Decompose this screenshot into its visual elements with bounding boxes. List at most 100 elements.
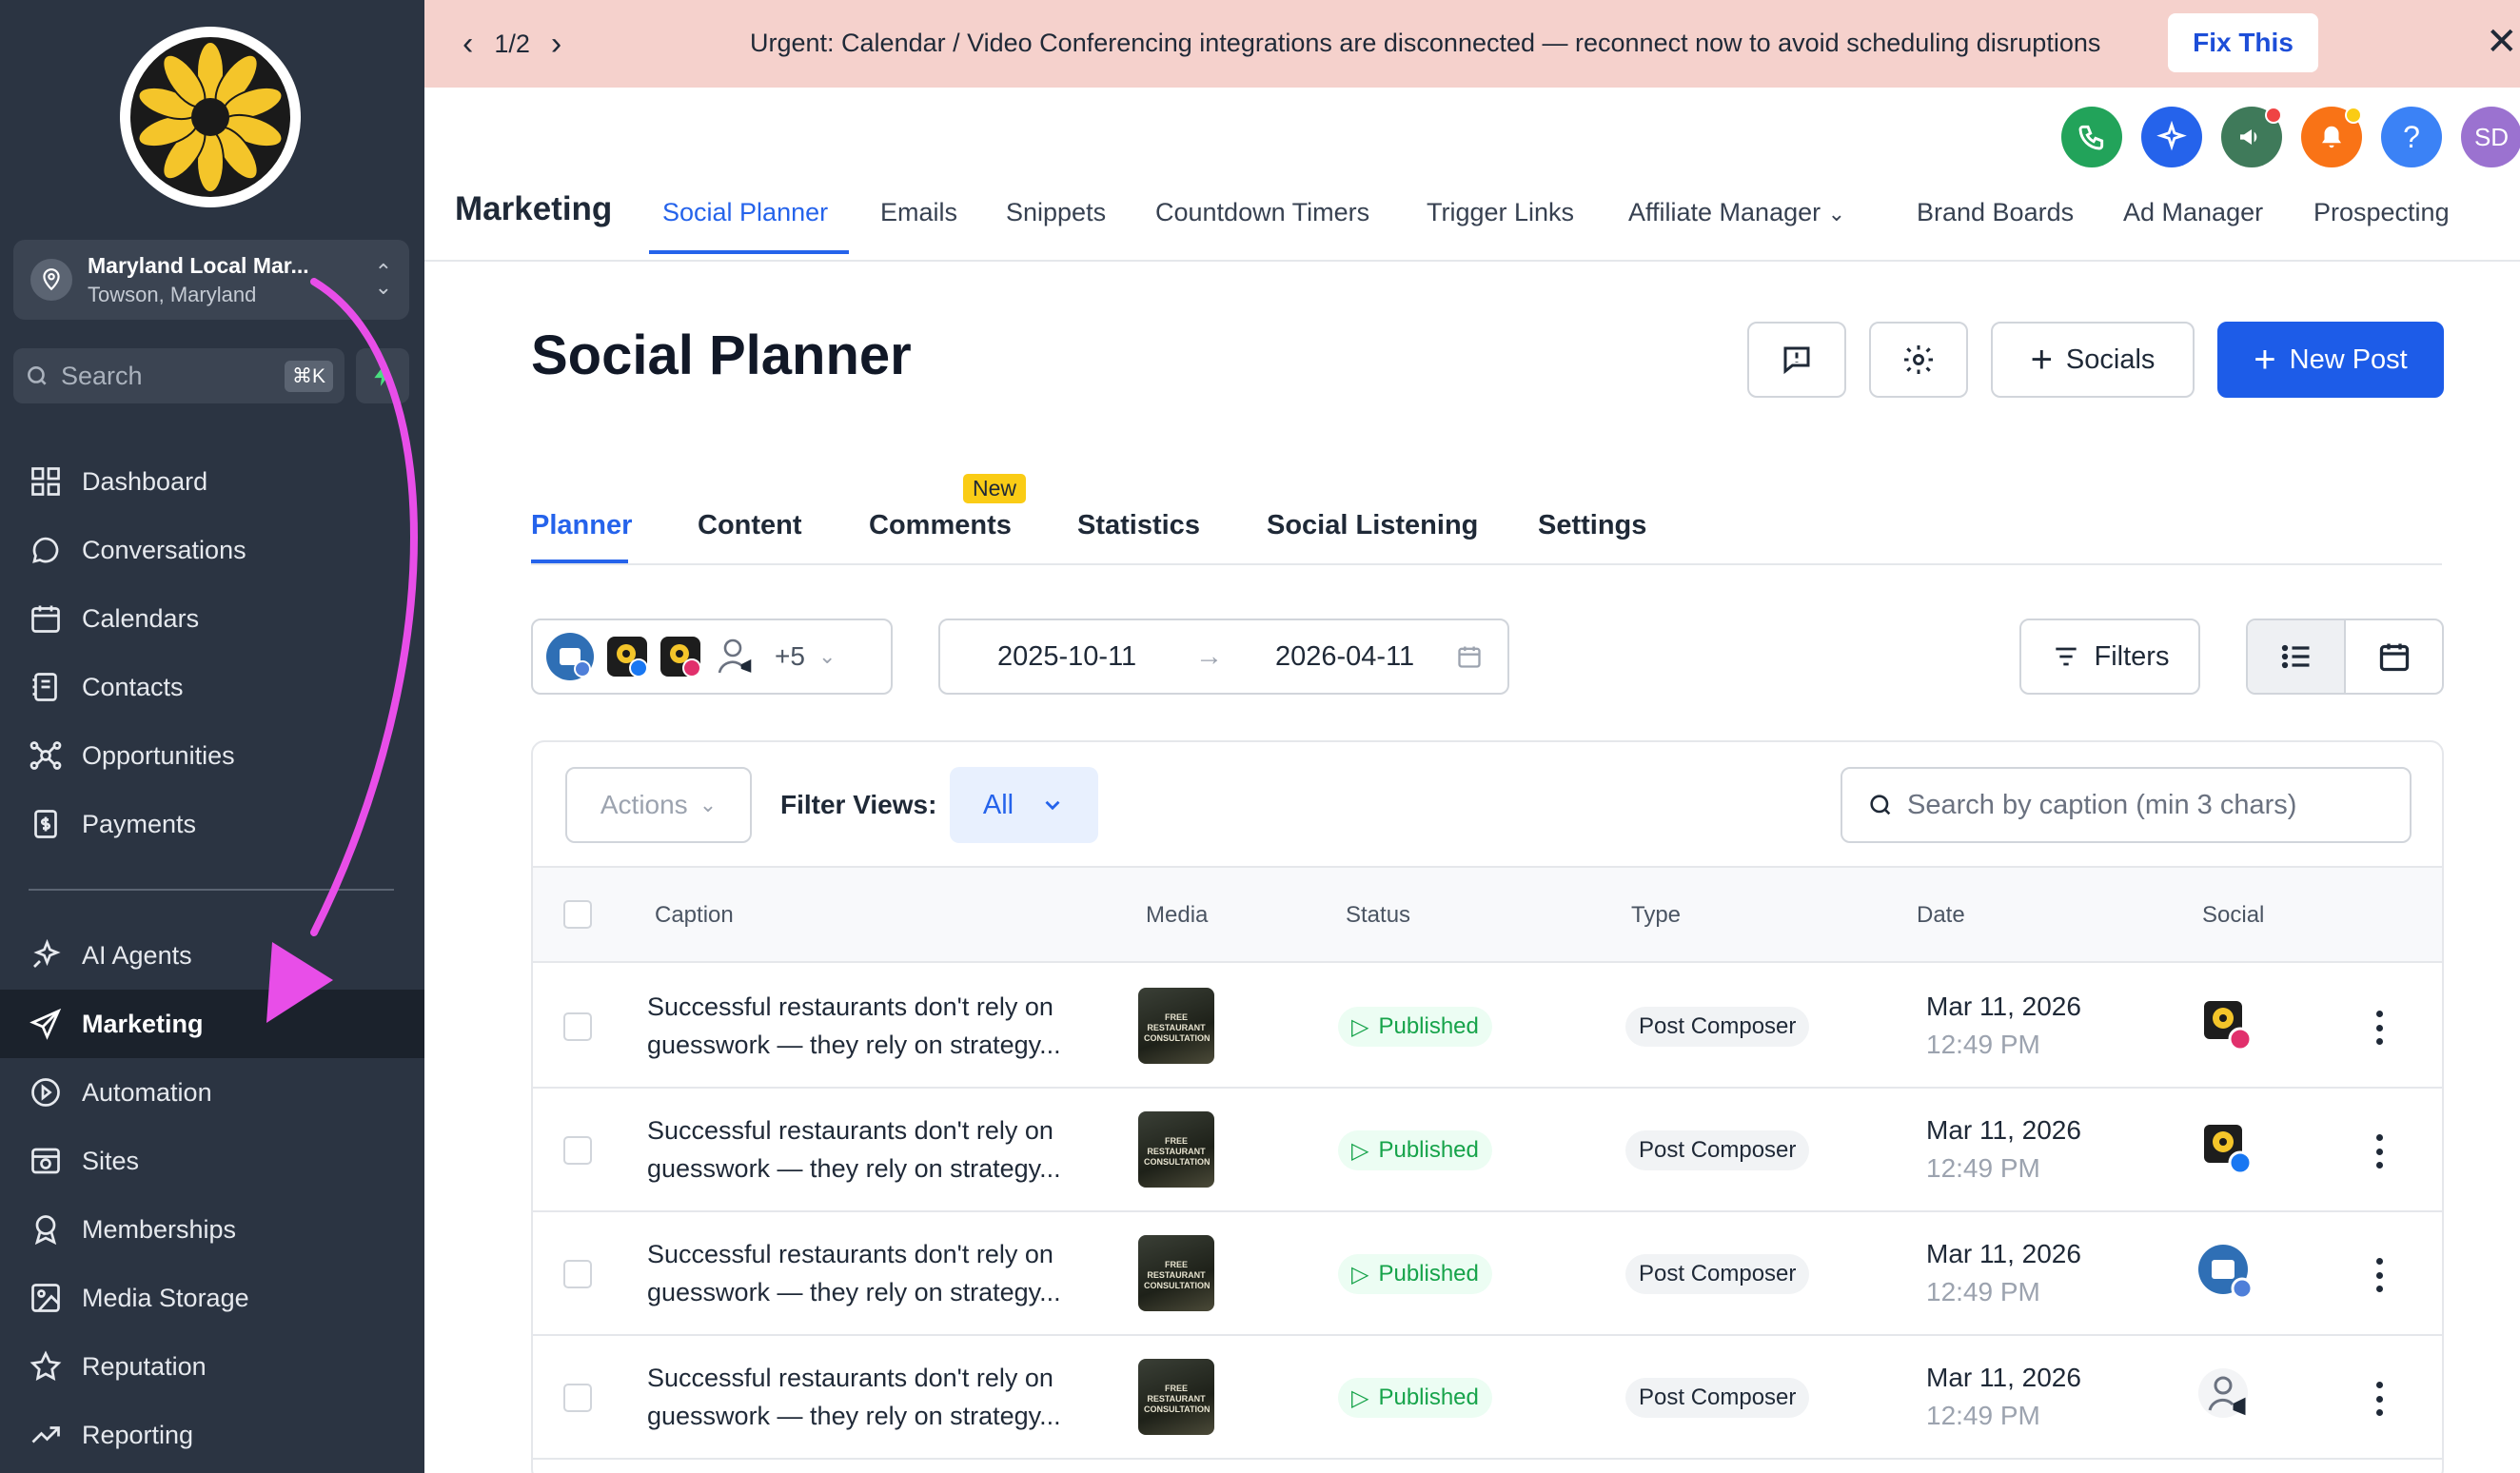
sidebar-item-label: Opportunities xyxy=(82,740,235,770)
settings-button[interactable] xyxy=(1869,322,1968,398)
phone-icon[interactable] xyxy=(2061,107,2122,167)
tab-label: Social Planner xyxy=(662,198,829,226)
tab-label: Emails xyxy=(880,198,958,226)
subtab-comments[interactable]: Comments xyxy=(869,510,1012,541)
row-menu-icon[interactable] xyxy=(2375,1258,2383,1292)
chevron-updown-icon: ⌃ ⌄ xyxy=(374,260,392,299)
caption-search-input[interactable]: Search by caption (min 3 chars) xyxy=(1841,767,2412,843)
row-menu-icon[interactable] xyxy=(2375,1382,2383,1416)
sidebar-item-reputation[interactable]: Reputation xyxy=(0,1332,424,1401)
row-checkbox[interactable] xyxy=(563,1384,592,1412)
tab-trigger-links[interactable]: Trigger Links xyxy=(1427,198,1574,227)
tab-ad-manager[interactable]: Ad Manager xyxy=(2123,198,2263,227)
gear-icon xyxy=(1904,345,1933,374)
row-checkbox[interactable] xyxy=(563,1260,592,1288)
community-icon xyxy=(2196,1366,2257,1427)
media-thumbnail[interactable]: FREE RESTAURANT CONSULTATION xyxy=(1138,1359,1214,1435)
row-checkbox[interactable] xyxy=(563,1012,592,1041)
sidebar-item-marketing[interactable]: Marketing xyxy=(0,990,424,1058)
chevron-left-icon[interactable]: ‹ xyxy=(463,26,473,63)
sidebar-item-payments[interactable]: Payments xyxy=(0,790,424,858)
date-cell: Mar 11, 2026 12:49 PM xyxy=(1926,1235,2081,1311)
subtab-settings[interactable]: Settings xyxy=(1538,510,1646,541)
status-label: Published xyxy=(1378,1261,1479,1286)
row-menu-icon[interactable] xyxy=(2375,1011,2383,1045)
sidebar-item-sites[interactable]: Sites xyxy=(0,1127,424,1195)
sidebar-item-ai-agents[interactable]: AI Agents xyxy=(0,921,424,990)
bell-icon[interactable] xyxy=(2301,107,2362,167)
ai-sparkle-icon[interactable] xyxy=(2141,107,2202,167)
help-icon[interactable]: ? xyxy=(2381,107,2442,167)
contacts-icon xyxy=(32,673,57,701)
page-title: Social Planner xyxy=(531,324,912,386)
account-switcher[interactable]: Maryland Local Mar... Towson, Maryland ⌃… xyxy=(13,240,409,320)
alert-banner: ‹ 1/2 › Urgent: Calendar / Video Confere… xyxy=(424,0,2520,88)
sidebar-item-media-storage[interactable]: Media Storage xyxy=(0,1264,424,1332)
sidebar-item-dashboard[interactable]: Dashboard xyxy=(0,447,424,516)
post-date: Mar 11, 2026 xyxy=(1926,1363,2081,1392)
filter-views-label: Filter Views: xyxy=(780,790,937,819)
fix-this-button[interactable]: Fix This xyxy=(2168,13,2318,72)
account-selector[interactable]: +5 ⌄ xyxy=(531,619,893,695)
filter-views-select[interactable]: All xyxy=(950,767,1098,843)
sidebar-item-reporting[interactable]: Reporting xyxy=(0,1401,424,1469)
column-header-status: Status xyxy=(1346,902,1411,928)
tab-countdown-timers[interactable]: Countdown Timers xyxy=(1155,198,1369,227)
table-row[interactable]: Successful restaurants don't rely on gues… xyxy=(533,1089,2442,1212)
subtab-planner[interactable]: Planner xyxy=(531,510,632,541)
user-avatar[interactable]: SD xyxy=(2461,107,2520,167)
sidebar-item-memberships[interactable]: Memberships xyxy=(0,1195,424,1264)
chevron-right-icon[interactable]: › xyxy=(551,26,561,63)
sidebar-item-contacts[interactable]: Contacts xyxy=(0,653,424,721)
facebook-page-avatar xyxy=(607,637,648,678)
tab-brand-boards[interactable]: Brand Boards xyxy=(1917,198,2074,227)
actions-dropdown[interactable]: Actions ⌄ xyxy=(565,767,752,843)
new-badge: New xyxy=(963,474,1027,503)
date-cell: Mar 11, 2026 12:49 PM xyxy=(1926,1111,2081,1188)
module-title: Marketing xyxy=(455,190,613,227)
sidebar-item-opportunities[interactable]: Opportunities xyxy=(0,721,424,790)
add-socials-button[interactable]: + Socials xyxy=(1991,322,2195,398)
sidebar-item-conversations[interactable]: Conversations xyxy=(0,516,424,584)
post-time: 12:49 PM xyxy=(1926,1030,2040,1059)
subtab-content[interactable]: Content xyxy=(698,510,802,541)
quick-action-button[interactable] xyxy=(356,348,409,403)
post-date: Mar 11, 2026 xyxy=(1926,1115,2081,1145)
banner-pager: ‹ 1/2 › xyxy=(463,0,561,88)
date-range-picker[interactable]: 2025-10-11 → 2026-04-11 xyxy=(938,619,1509,695)
list-icon xyxy=(2281,644,2309,669)
sidebar-item-automation[interactable]: Automation xyxy=(0,1058,424,1127)
new-post-button[interactable]: + New Post xyxy=(2217,322,2444,398)
row-menu-icon[interactable] xyxy=(2375,1134,2383,1169)
sidebar-item-label: Payments xyxy=(82,809,197,838)
row-checkbox[interactable] xyxy=(563,1136,592,1165)
media-thumbnail[interactable]: FREE RESTAURANT CONSULTATION xyxy=(1138,988,1214,1064)
list-view-button[interactable] xyxy=(2248,620,2346,693)
sidebar-item-calendars[interactable]: Calendars xyxy=(0,584,424,653)
filters-button[interactable]: Filters xyxy=(2019,619,2200,695)
table-row[interactable]: Successful restaurants don't rely on gues… xyxy=(533,965,2442,1089)
sidebar-search[interactable]: Search ⌘K xyxy=(13,348,345,403)
caption-line-2: guesswork — they rely on strategy... xyxy=(647,1278,1061,1306)
calendar-view-button[interactable] xyxy=(2346,620,2442,693)
brand-logo[interactable] xyxy=(120,27,301,207)
caption-line-2: guesswork — they rely on strategy... xyxy=(647,1031,1061,1059)
more-accounts-count: +5 xyxy=(775,641,805,671)
feedback-button[interactable] xyxy=(1747,322,1846,398)
megaphone-icon[interactable] xyxy=(2221,107,2282,167)
subtab-social-listening[interactable]: Social Listening xyxy=(1267,510,1478,541)
select-all-checkbox[interactable] xyxy=(563,900,592,929)
tab-affiliate-manager[interactable]: Affiliate Manager ⌄ xyxy=(1628,198,1845,227)
post-date: Mar 11, 2026 xyxy=(1926,992,2081,1021)
subtab-statistics[interactable]: Statistics xyxy=(1077,510,1200,541)
media-thumbnail[interactable]: FREE RESTAURANT CONSULTATION xyxy=(1138,1111,1214,1188)
media-thumbnail[interactable]: FREE RESTAURANT CONSULTATION xyxy=(1138,1235,1214,1311)
tab-emails[interactable]: Emails xyxy=(880,198,957,227)
tab-prospecting[interactable]: Prospecting xyxy=(2313,198,2450,227)
table-row[interactable]: Successful restaurants don't rely on gues… xyxy=(533,1336,2442,1460)
tab-snippets[interactable]: Snippets xyxy=(1006,198,1106,227)
tab-social-planner[interactable]: Social Planner xyxy=(662,198,828,227)
close-icon[interactable]: ✕ xyxy=(2486,23,2518,61)
table-row[interactable]: Successful restaurants don't rely on gues… xyxy=(533,1212,2442,1336)
status-badge: ▷ Published xyxy=(1338,1007,1492,1047)
